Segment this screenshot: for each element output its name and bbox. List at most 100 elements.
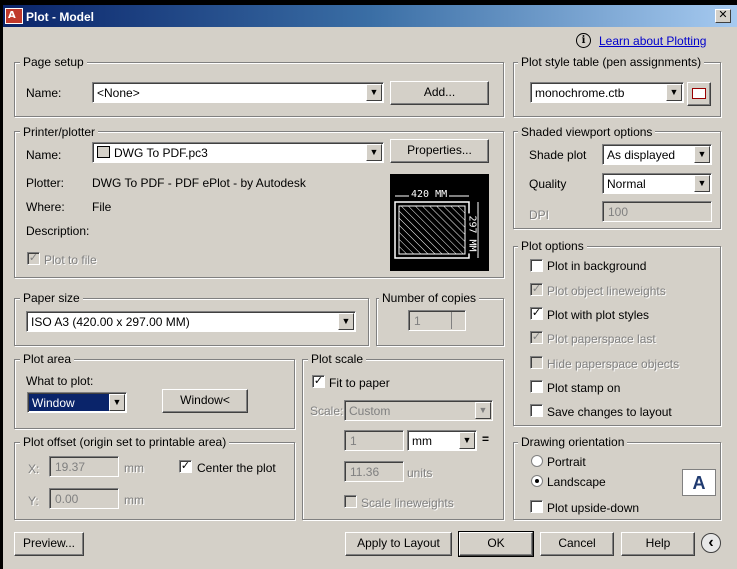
scale-unit-select[interactable]: mm ▼	[407, 430, 477, 451]
chevron-down-icon[interactable]: ▼	[366, 84, 382, 101]
save-changes-label: Save changes to layout	[547, 405, 672, 419]
edit-plot-style-button[interactable]	[687, 82, 711, 106]
close-button[interactable]: ✕	[715, 9, 731, 23]
offset-y-value: 0.00	[55, 492, 79, 506]
dpi-value: 100	[608, 205, 629, 219]
scale-equals: =	[482, 432, 490, 446]
autocad-app-icon: A	[5, 8, 23, 24]
printer-name-select[interactable]: DWG To PDF.pc3 ▼	[92, 142, 384, 163]
apply-to-layout-button[interactable]: Apply to Layout	[345, 532, 452, 556]
plot-style-value: monochrome.ctb	[535, 86, 625, 100]
plot-with-styles-label: Plot with plot styles	[547, 308, 650, 322]
plot-upside-down-checkbox[interactable]	[530, 500, 543, 513]
window-title: Plot - Model	[26, 10, 94, 24]
learn-about-plotting-link[interactable]: Learn about Plotting	[599, 34, 706, 48]
window-select-button[interactable]: Window<	[162, 389, 248, 413]
offset-x-unit: mm	[124, 461, 144, 475]
dpi-input[interactable]: 100	[602, 201, 712, 222]
offset-x-input[interactable]: 19.37	[49, 456, 119, 477]
plot-to-file-checkbox[interactable]: ✓	[27, 252, 40, 265]
description-label: Description:	[26, 224, 90, 238]
plot-upside-down-label: Plot upside-down	[547, 501, 640, 515]
chevron-down-icon[interactable]: ▼	[459, 432, 475, 449]
scale-lineweights-checkbox[interactable]	[344, 495, 357, 508]
chevron-down-icon[interactable]: ▼	[666, 84, 682, 101]
fit-to-paper-checkbox[interactable]: ✓	[312, 375, 325, 388]
plot-stamp-checkbox[interactable]	[530, 380, 543, 393]
paper-size-select[interactable]: ISO A3 (420.00 x 297.00 MM) ▼	[26, 311, 356, 332]
save-changes-checkbox[interactable]	[530, 404, 543, 417]
quality-select[interactable]: Normal ▼	[602, 173, 712, 194]
dpi-label: DPI	[529, 208, 550, 222]
offset-y-unit: mm	[124, 493, 144, 507]
chevron-down-icon[interactable]: ▼	[366, 144, 382, 161]
more-options-icon[interactable]: ‹	[701, 533, 721, 553]
plot-paperspace-last-label: Plot paperspace last	[547, 332, 656, 346]
landscape-label: Landscape	[547, 475, 606, 489]
what-to-plot-label: What to plot:	[26, 374, 94, 388]
page-setup-name-label: Name:	[26, 86, 62, 100]
copies-spinner[interactable]	[451, 312, 464, 329]
offset-y-input[interactable]: 0.00	[49, 488, 119, 509]
drawing-orientation-label: Drawing orientation	[518, 435, 628, 449]
scale-select[interactable]: Custom ▼	[344, 400, 493, 421]
plotter-value: DWG To PDF - PDF ePlot - by Autodesk	[92, 176, 306, 190]
preview-height-label: 297 MM	[466, 213, 478, 254]
page-setup-label: Page setup	[20, 55, 87, 69]
hide-paperspace-objects-checkbox[interactable]	[530, 356, 543, 369]
preview-button[interactable]: Preview...	[14, 532, 84, 556]
chevron-down-icon[interactable]: ▼	[338, 313, 354, 330]
printer-name-label: Name:	[26, 148, 62, 162]
copies-input[interactable]: 1	[408, 310, 466, 331]
landscape-radio[interactable]	[531, 475, 543, 487]
plot-in-background-checkbox[interactable]	[530, 259, 543, 272]
paper-size-label: Paper size	[20, 291, 83, 305]
plot-with-styles-checkbox[interactable]: ✓	[530, 307, 543, 320]
add-page-setup-button[interactable]: Add...	[390, 81, 489, 105]
scale-value2: 11.36	[350, 465, 380, 479]
what-to-plot-value: Window	[32, 396, 75, 410]
landscape-orientation-icon: A	[682, 469, 716, 496]
plot-style-select[interactable]: monochrome.ctb ▼	[530, 82, 684, 103]
help-button[interactable]: Help	[621, 532, 695, 556]
scale-label: Scale:	[310, 404, 344, 418]
edit-table-icon	[692, 88, 706, 99]
center-plot-checkbox[interactable]: ✓	[179, 460, 192, 473]
printer-properties-button[interactable]: Properties...	[390, 139, 489, 163]
what-to-plot-select[interactable]: Window ▼	[27, 392, 127, 413]
printer-name-value: DWG To PDF.pc3	[114, 146, 208, 160]
plot-style-label: Plot style table (pen assignments)	[518, 55, 705, 69]
printer-plotter-label: Printer/plotter	[20, 125, 99, 139]
copies-label: Number of copies	[379, 291, 480, 305]
plot-paperspace-last-checkbox[interactable]: ✓	[530, 331, 543, 344]
scale-value: Custom	[349, 404, 391, 418]
plot-object-lineweights-checkbox[interactable]: ✓	[530, 283, 543, 296]
hide-paperspace-objects-label: Hide paperspace objects	[547, 357, 680, 371]
scale-unit-value: mm	[412, 434, 432, 448]
scale-lineweights-label: Scale lineweights	[361, 496, 454, 510]
chevron-down-icon[interactable]: ▼	[694, 146, 710, 163]
plot-stamp-label: Plot stamp on	[547, 381, 621, 395]
plot-options-label: Plot options	[518, 239, 587, 253]
offset-y-label: Y:	[28, 494, 39, 508]
page-setup-name-select[interactable]: <None> ▼	[92, 82, 384, 103]
where-value: File	[92, 200, 112, 214]
chevron-down-icon[interactable]: ▼	[109, 394, 125, 411]
scale-value2-input[interactable]: 11.36	[344, 461, 404, 482]
shade-plot-label: Shade plot	[529, 148, 587, 162]
quality-value: Normal	[607, 177, 646, 191]
shaded-viewport-label: Shaded viewport options	[518, 125, 656, 139]
shade-plot-select[interactable]: As displayed ▼	[602, 144, 712, 165]
chevron-down-icon[interactable]: ▼	[475, 402, 491, 419]
copies-value: 1	[414, 314, 421, 328]
plot-offset-label: Plot offset (origin set to printable are…	[20, 435, 230, 449]
plot-in-background-label: Plot in background	[547, 259, 647, 273]
chevron-down-icon[interactable]: ▼	[694, 175, 710, 192]
scale-value1: 1	[350, 434, 357, 448]
cancel-button[interactable]: Cancel	[540, 532, 614, 556]
page-setup-name-value: <None>	[97, 86, 140, 100]
ok-button[interactable]: OK	[458, 531, 534, 557]
plot-scale-label: Plot scale	[308, 352, 367, 366]
portrait-radio[interactable]	[531, 455, 543, 467]
scale-value1-input[interactable]: 1	[344, 430, 404, 451]
